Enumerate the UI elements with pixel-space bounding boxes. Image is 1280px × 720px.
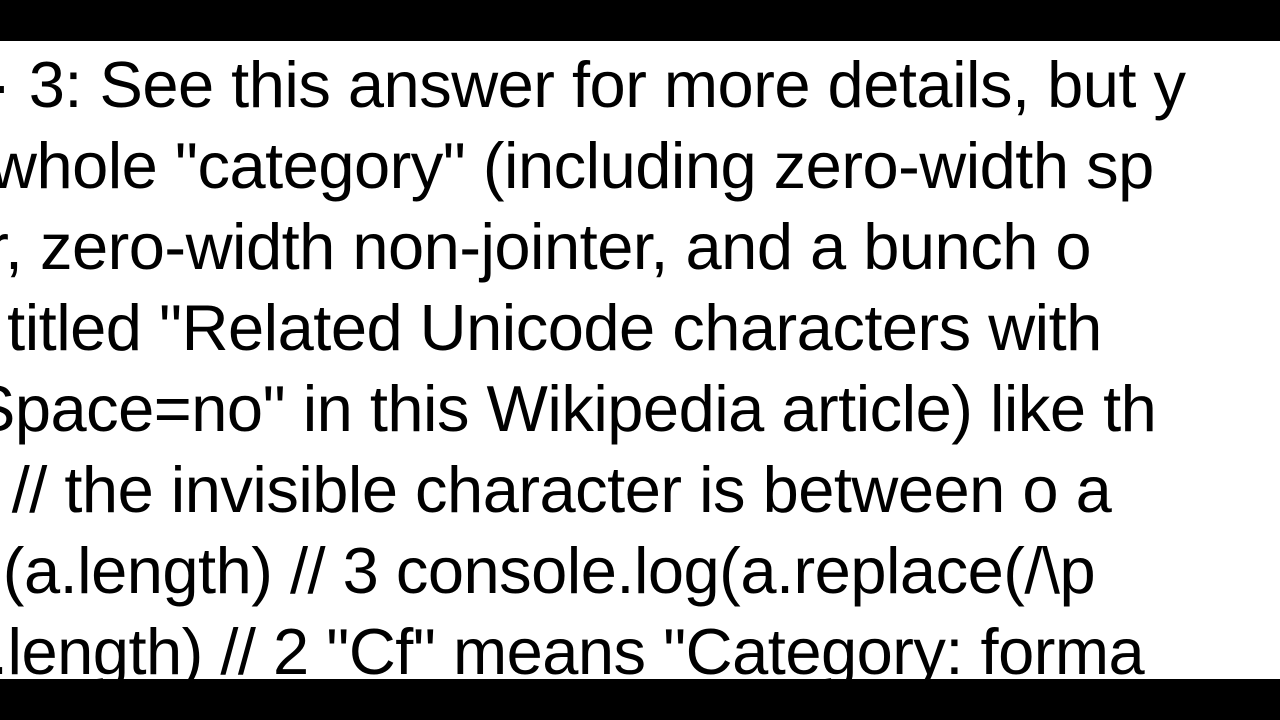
viewport: · 3: See this answer for more details, b… (0, 0, 1280, 720)
text-line-7: .log(a.length) // 3 console.log(a.replac… (0, 530, 1095, 611)
text-line-4: le titled "Related Unicode characters wi… (0, 287, 1102, 368)
text-line-8: .length) // 2 "Cf" means "Category: form… (0, 611, 1144, 679)
content-band: · 3: See this answer for more details, b… (0, 41, 1280, 679)
text-line-2: whole "category" (including zero-width s… (0, 125, 1154, 206)
text-line-5: Space=no" in this Wikipedia article) lik… (0, 368, 1156, 449)
text-line-6: "; // the invisible character is between… (0, 449, 1111, 530)
text-line-1: · 3: See this answer for more details, b… (0, 44, 1185, 125)
text-line-3: ner, zero-width non-jointer, and a bunch… (0, 206, 1091, 287)
